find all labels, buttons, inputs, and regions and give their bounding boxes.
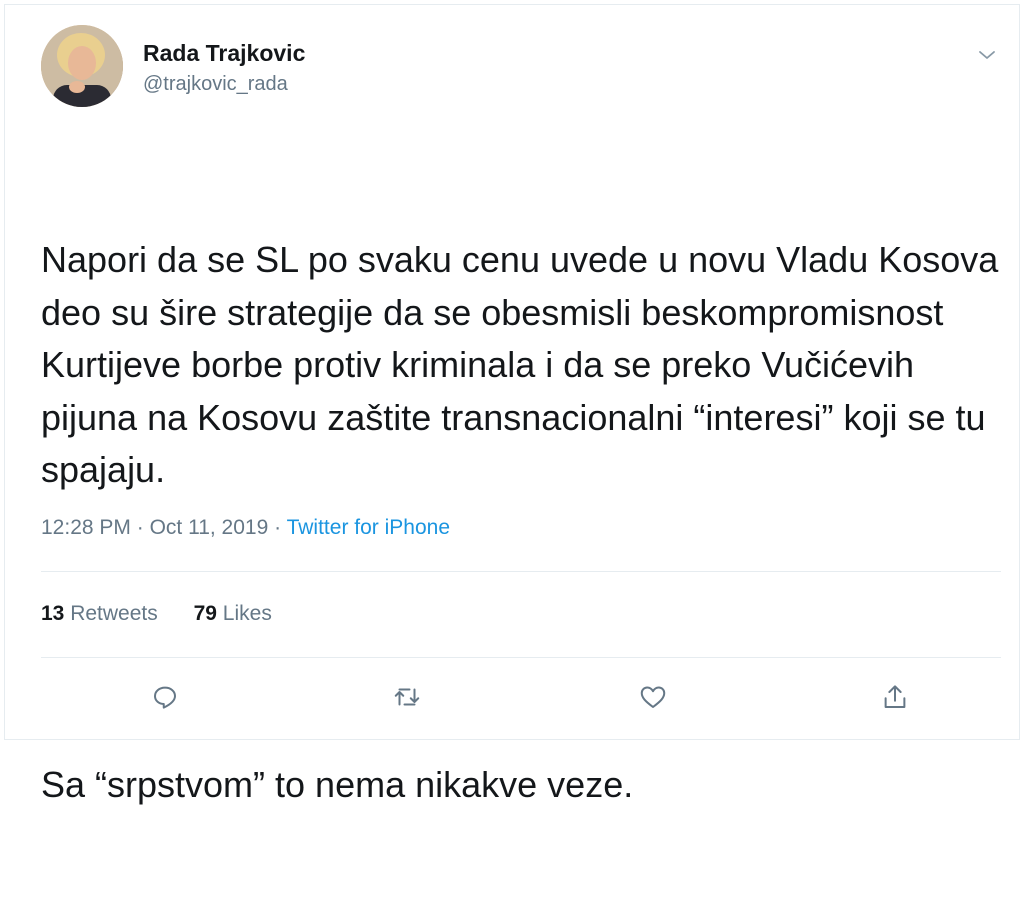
meta-separator: · [274, 516, 282, 539]
author-display-name[interactable]: Rada Trajkovic [143, 39, 305, 67]
chevron-down-icon[interactable] [975, 43, 999, 67]
tweet-date[interactable]: Oct 11, 2019 [150, 516, 269, 539]
likes-label: Likes [222, 602, 272, 625]
divider [41, 657, 1001, 658]
author-handle[interactable]: @trajkovic_rada [143, 71, 305, 97]
tweet-meta: 12:28 PM · Oct 11, 2019 · Twitter for iP… [41, 513, 450, 543]
meta-separator: · [136, 516, 144, 539]
retweets-count: 13 [41, 602, 65, 625]
divider [41, 571, 1001, 572]
tweet-time[interactable]: 12:28 PM [41, 516, 131, 539]
tweet-header: Rada Trajkovic @trajkovic_rada [41, 21, 999, 111]
avatar[interactable] [41, 25, 123, 107]
tweet-paragraph-1: Napori da se SL po svaku cenu uvede u no… [41, 239, 1009, 490]
heart-icon[interactable] [633, 677, 673, 717]
share-icon[interactable] [875, 677, 915, 717]
tweet-stats: 13 Retweets 79 Likes [41, 599, 302, 629]
tweet-card: Rada Trajkovic @trajkovic_rada Napori da… [4, 4, 1020, 805]
likes-stat[interactable]: 79 Likes [194, 599, 272, 629]
reply-icon[interactable] [145, 677, 185, 717]
retweet-icon[interactable] [387, 677, 427, 717]
tweet-actions [41, 677, 1001, 721]
retweets-label: Retweets [70, 602, 158, 625]
author-names: Rada Trajkovic @trajkovic_rada [143, 39, 305, 97]
likes-count: 79 [193, 602, 217, 625]
retweets-stat[interactable]: 13 Retweets [41, 599, 158, 629]
tweet-paragraph-2: Sa “srpstvom” to nema nikakve veze. [41, 763, 634, 805]
tweet-source-link[interactable]: Twitter for iPhone [287, 516, 450, 539]
